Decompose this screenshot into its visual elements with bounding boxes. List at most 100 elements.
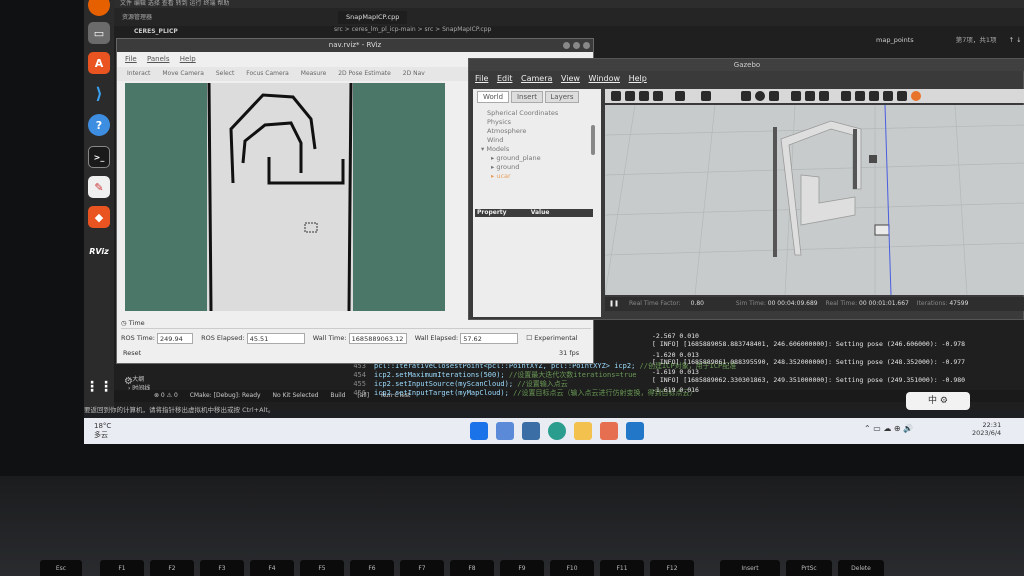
status-kit[interactable]: No Kit Selected	[273, 392, 319, 399]
sim-time-label: Sim Time:	[735, 300, 766, 307]
explorer-project[interactable]: CERES_PLICP	[134, 28, 178, 35]
maximize-icon[interactable]	[573, 42, 580, 49]
rviz-3d-view[interactable]	[125, 82, 445, 312]
layers-icon[interactable]: ◆	[88, 206, 110, 228]
dirlight-icon[interactable]	[819, 91, 829, 101]
snap-icon[interactable]	[883, 91, 893, 101]
record-icon[interactable]	[911, 91, 921, 101]
undo-icon[interactable]	[675, 91, 685, 101]
vscode-taskbar-icon[interactable]	[626, 422, 644, 440]
scene-grid-and-walls	[605, 105, 1024, 295]
gz-menu-help[interactable]: Help	[629, 74, 647, 83]
calendar-icon[interactable]	[522, 422, 540, 440]
gazebo-titlebar[interactable]: Gazebo	[469, 59, 1024, 71]
tool-interact[interactable]: Interact	[127, 70, 150, 77]
settings-gear-icon[interactable]: ⚙	[940, 396, 948, 406]
ime-indicator[interactable]: 中 ⚙	[906, 392, 970, 410]
files-icon[interactable]: ▭	[88, 22, 110, 44]
tree-ucar[interactable]: ▸ ucar	[491, 172, 511, 180]
gz-menu-camera[interactable]: Camera	[521, 74, 552, 83]
gz-menu-file[interactable]: File	[475, 74, 488, 83]
cylinder-icon[interactable]	[769, 91, 779, 101]
gazebo-menubar: File Edit Camera View Window Help	[469, 73, 669, 85]
pointlight-icon[interactable]	[791, 91, 801, 101]
text-editor-icon[interactable]: ✎	[88, 176, 110, 198]
ros-time-field[interactable]: 249.94	[157, 332, 193, 344]
gz-menu-edit[interactable]: Edit	[497, 74, 513, 83]
clock[interactable]: 22:31 2023/6/4	[972, 421, 1001, 437]
tree-wind[interactable]: Wind	[487, 136, 503, 144]
reset-button[interactable]: Reset	[123, 349, 141, 357]
tab-snapmapicp[interactable]: SnapMapICP.cpp	[338, 11, 408, 24]
breadcrumb[interactable]: src > ceres_lm_pl_icp-main > src > SnapM…	[334, 26, 491, 36]
find-arrows-icon[interactable]: ↑ ↓ ≡ ✕	[1009, 36, 1024, 44]
tree-spherical-coordinates[interactable]: Spherical Coordinates	[487, 109, 558, 117]
code-line[interactable]: 456 icp2.setInputTarget(myMapCloud); //设置…	[340, 388, 696, 398]
mail-icon[interactable]	[496, 422, 514, 440]
vscode-menubar[interactable]: 文件 编辑 选择 查看 转到 运行 终端 帮助	[114, 0, 1024, 8]
key-f2: F2	[150, 560, 194, 576]
translate-icon[interactable]	[625, 91, 635, 101]
select-arrow-icon[interactable]	[611, 91, 621, 101]
minimize-icon[interactable]	[563, 42, 570, 49]
edge-icon[interactable]	[548, 422, 566, 440]
pause-icon[interactable]: ❚❚	[609, 300, 619, 307]
vmware-icon[interactable]	[600, 422, 618, 440]
tree-models[interactable]: ▾ Models	[481, 145, 509, 153]
status-cmake[interactable]: CMake: [Debug]: Ready	[190, 392, 261, 399]
software-icon[interactable]: A	[88, 52, 110, 74]
firefox-icon[interactable]	[88, 0, 110, 16]
rotate-icon[interactable]	[639, 91, 649, 101]
help-icon[interactable]: ?	[88, 114, 110, 136]
copy-icon[interactable]	[841, 91, 851, 101]
find-input[interactable]: map_points	[876, 36, 914, 44]
ros-elapsed-field[interactable]: 45.51	[246, 332, 305, 344]
tool-focus-camera[interactable]: Focus Camera	[246, 70, 289, 77]
tab-insert[interactable]: Insert	[511, 91, 543, 103]
tree-ground[interactable]: ▸ ground	[491, 163, 519, 171]
box-icon[interactable]	[741, 91, 751, 101]
scale-icon[interactable]	[653, 91, 663, 101]
tray-icons[interactable]: ⌃ ▭ ☁ ⊕ 🔊	[864, 424, 913, 433]
tool-2d-nav[interactable]: 2D Nav	[403, 70, 425, 77]
tab-layers[interactable]: Layers	[545, 91, 579, 103]
gazebo-3d-scene[interactable]	[605, 105, 1024, 295]
menu-file[interactable]: File	[125, 55, 137, 63]
vscode-icon[interactable]: ⟩	[88, 82, 110, 104]
tree-physics[interactable]: Physics	[487, 118, 511, 126]
change-view-icon[interactable]	[897, 91, 907, 101]
rviz-icon[interactable]: RViz	[88, 240, 110, 262]
gz-menu-view[interactable]: View	[561, 74, 580, 83]
menu-help[interactable]: Help	[180, 55, 196, 63]
terminal-icon[interactable]: >_	[88, 146, 110, 168]
close-icon[interactable]	[583, 42, 590, 49]
align-icon[interactable]	[869, 91, 879, 101]
sphere-icon[interactable]	[755, 91, 765, 101]
find-widget[interactable]: map_points 第7项，共1项 ↑ ↓ ≡ ✕	[876, 34, 1024, 46]
gear-icon[interactable]: ⚙	[124, 376, 134, 387]
spotlight-icon[interactable]	[805, 91, 815, 101]
tab-world[interactable]: World	[477, 91, 509, 103]
start-icon[interactable]	[470, 422, 488, 440]
paste-icon[interactable]	[855, 91, 865, 101]
tree-atmosphere[interactable]: Atmosphere	[487, 127, 526, 135]
explorer-icon[interactable]	[574, 422, 592, 440]
weather-widget[interactable]: 18°C 多云	[94, 422, 111, 440]
tool-move-camera[interactable]: Move Camera	[162, 70, 204, 77]
occupancy-map	[207, 82, 353, 312]
status-errors[interactable]: ⊗ 0 ⚠ 0	[154, 392, 178, 399]
rviz-titlebar[interactable]: nav.rviz* - RViz	[117, 39, 593, 52]
menu-panels[interactable]: Panels	[147, 55, 170, 63]
tree-ground-plane[interactable]: ▸ ground_plane	[491, 154, 541, 162]
wall-elapsed-field[interactable]: 57.62	[460, 332, 519, 344]
iterations-label: Iterations:	[916, 300, 948, 307]
app-grid-icon[interactable]: ⋮⋮	[85, 376, 113, 398]
tool-2d-pose-estimate[interactable]: 2D Pose Estimate	[338, 70, 391, 77]
tool-select[interactable]: Select	[216, 70, 235, 77]
tree-scrollbar[interactable]	[591, 125, 595, 155]
gz-menu-window[interactable]: Window	[588, 74, 620, 83]
tool-measure[interactable]: Measure	[301, 70, 327, 77]
wall-time-field[interactable]: 1685889063.12	[348, 332, 407, 344]
experimental-checkbox[interactable]: ☐ Experimental	[526, 334, 577, 342]
redo-icon[interactable]	[701, 91, 711, 101]
